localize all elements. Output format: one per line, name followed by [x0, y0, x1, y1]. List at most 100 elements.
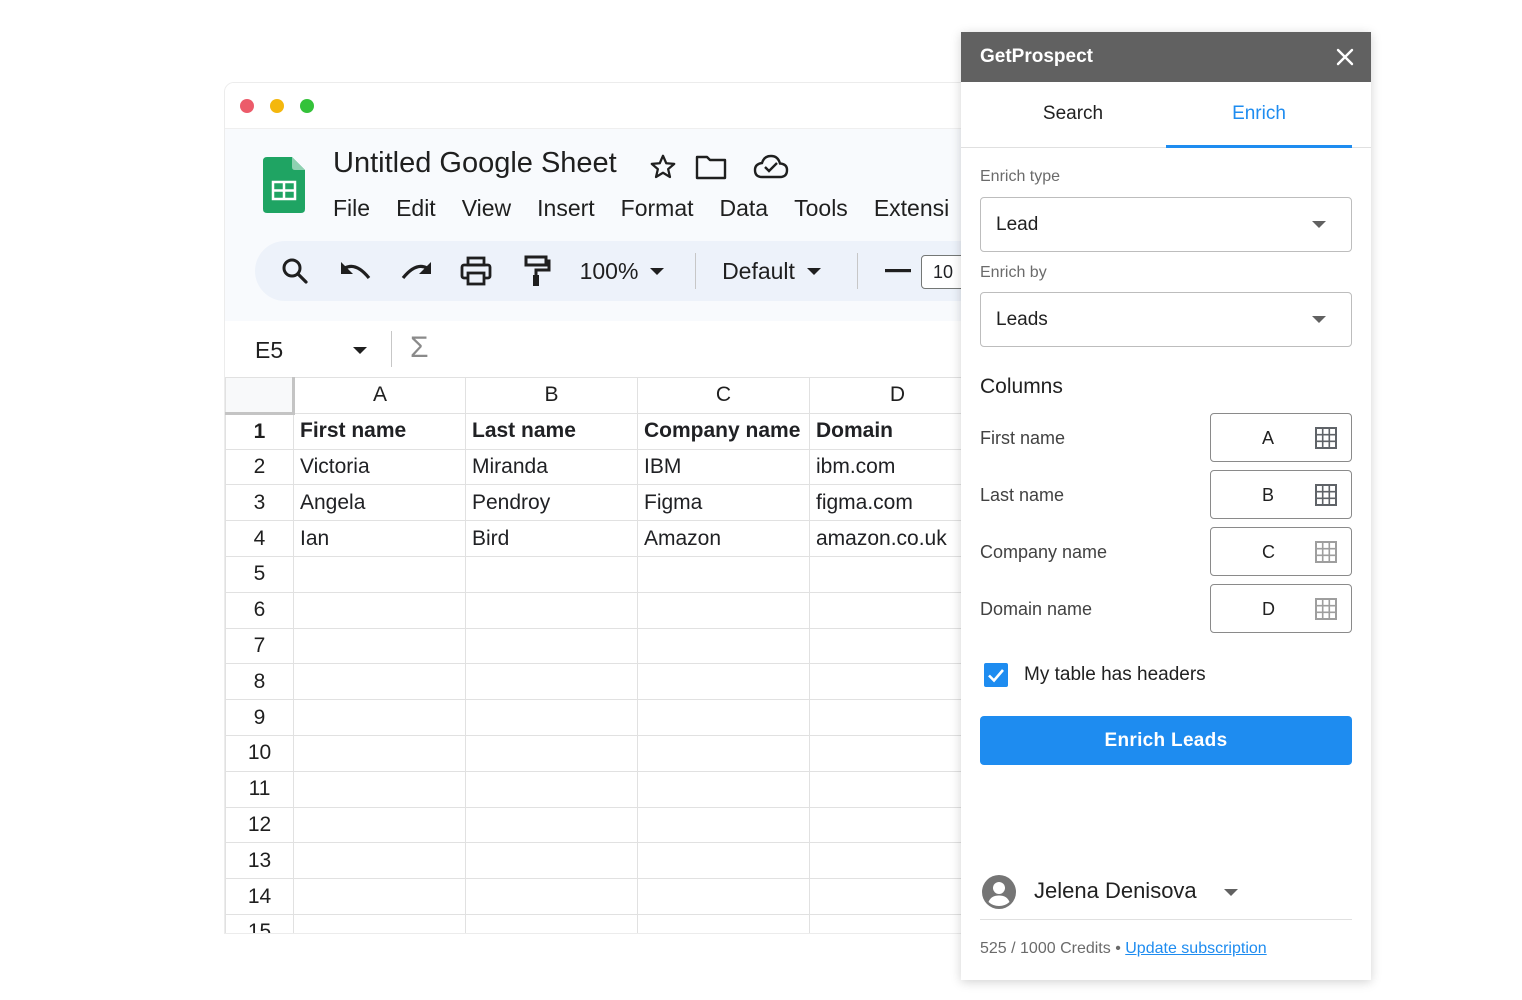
grid-cell[interactable]: Figma [637, 484, 810, 522]
grid-cell[interactable] [809, 734, 983, 772]
grid-cell[interactable] [293, 734, 466, 772]
grid-cell[interactable] [465, 627, 638, 665]
column-picker-last-name[interactable]: B [1210, 470, 1352, 519]
grid-select-icon[interactable] [1315, 427, 1337, 449]
grid-cell[interactable] [637, 878, 810, 915]
row-header[interactable]: 11 [225, 770, 294, 808]
column-header-c[interactable]: C [637, 377, 810, 414]
row-header[interactable]: 13 [225, 842, 294, 880]
paint-format-icon[interactable] [517, 241, 557, 301]
grid-cell[interactable] [809, 842, 983, 880]
cloud-saved-icon[interactable] [741, 149, 801, 185]
grid-cell[interactable]: Ian [293, 520, 466, 557]
grid-cell[interactable]: Angela [293, 484, 466, 522]
column-picker-domain-name[interactable]: D [1210, 584, 1352, 633]
undo-icon[interactable] [335, 241, 377, 301]
grid-cell[interactable]: First name [293, 412, 466, 450]
row-header[interactable]: 5 [225, 555, 294, 593]
grid-cell[interactable] [465, 770, 638, 808]
menu-data[interactable]: Data [720, 195, 769, 222]
avatar-icon[interactable] [982, 875, 1016, 909]
decrease-font-size-icon[interactable] [883, 241, 913, 301]
grid-cell[interactable] [293, 770, 466, 808]
grid-cell[interactable]: Bird [465, 520, 638, 557]
column-picker-first-name[interactable]: A [1210, 413, 1352, 462]
grid-cell[interactable] [293, 842, 466, 880]
grid-cell[interactable] [465, 878, 638, 915]
column-header-d[interactable]: D [809, 377, 983, 414]
row-header[interactable]: 6 [225, 591, 294, 629]
grid-cell[interactable] [637, 913, 810, 933]
grid-cell[interactable]: amazon.co.uk [809, 520, 983, 557]
functions-sigma-icon[interactable]: Σ [410, 331, 429, 365]
grid-cell[interactable]: Last name [465, 412, 638, 450]
close-window-button[interactable] [240, 99, 254, 113]
column-header-b[interactable]: B [465, 377, 638, 414]
grid-cell[interactable]: Domain [809, 412, 983, 450]
row-header[interactable]: 12 [225, 806, 294, 844]
grid-cell[interactable] [465, 699, 638, 736]
row-header[interactable]: 7 [225, 627, 294, 665]
zoom-select[interactable]: 100% [577, 241, 667, 301]
grid-cell[interactable] [293, 699, 466, 736]
font-select[interactable]: Default [719, 241, 824, 301]
grid-select-icon[interactable] [1315, 598, 1337, 620]
grid-cell[interactable] [465, 663, 638, 701]
sheets-logo-icon[interactable] [263, 157, 305, 213]
column-header-a[interactable]: A [293, 377, 466, 414]
grid-cell[interactable] [637, 842, 810, 880]
grid-cell[interactable] [809, 913, 983, 933]
enrich-type-select[interactable]: Lead [980, 197, 1352, 252]
user-name[interactable]: Jelena Denisova [1034, 878, 1197, 904]
grid-cell[interactable] [293, 806, 466, 844]
grid-cell[interactable] [293, 878, 466, 915]
grid-cell[interactable] [637, 734, 810, 772]
enrich-by-select[interactable]: Leads [980, 292, 1352, 347]
menu-view[interactable]: View [462, 195, 511, 222]
grid-cell[interactable] [809, 806, 983, 844]
row-header[interactable]: 3 [225, 484, 294, 522]
chevron-down-icon[interactable] [1224, 889, 1238, 896]
grid-cell[interactable] [637, 591, 810, 629]
grid-select-icon[interactable] [1315, 484, 1337, 506]
row-header[interactable]: 1 [225, 412, 294, 450]
tab-search[interactable]: Search [980, 82, 1166, 148]
grid-cell[interactable] [809, 770, 983, 808]
tab-enrich[interactable]: Enrich [1166, 82, 1352, 148]
grid-cell[interactable] [293, 913, 466, 933]
row-header[interactable]: 9 [225, 699, 294, 736]
grid-cell[interactable]: Miranda [465, 448, 638, 486]
grid-select-icon[interactable] [1315, 541, 1337, 563]
grid-cell[interactable] [809, 591, 983, 629]
row-header[interactable]: 4 [225, 520, 294, 557]
grid-cell[interactable]: Pendroy [465, 484, 638, 522]
grid-cell[interactable]: Amazon [637, 520, 810, 557]
grid-cell[interactable] [465, 842, 638, 880]
menu-file[interactable]: File [333, 195, 370, 222]
grid-cell[interactable] [465, 591, 638, 629]
menu-edit[interactable]: Edit [396, 195, 436, 222]
headers-checkbox[interactable] [984, 663, 1008, 687]
headers-checkbox-label[interactable]: My table has headers [1024, 664, 1206, 686]
grid-cell[interactable]: figma.com [809, 484, 983, 522]
row-header[interactable]: 8 [225, 663, 294, 701]
grid-cell[interactable] [293, 591, 466, 629]
name-box[interactable]: E5 [255, 337, 283, 364]
grid-cell[interactable] [293, 555, 466, 593]
grid-cell[interactable] [293, 663, 466, 701]
grid-cell[interactable]: Company name [637, 412, 810, 450]
grid-cell[interactable] [637, 699, 810, 736]
row-header[interactable]: 14 [225, 878, 294, 915]
update-subscription-link[interactable]: Update subscription [1125, 940, 1266, 957]
grid-cell[interactable] [637, 806, 810, 844]
menu-tools[interactable]: Tools [794, 195, 848, 222]
grid-cell[interactable] [465, 555, 638, 593]
menu-extensions[interactable]: Extensi [874, 195, 949, 222]
grid-cell[interactable] [637, 770, 810, 808]
menu-format[interactable]: Format [621, 195, 694, 222]
grid-cell[interactable]: Victoria [293, 448, 466, 486]
grid-cell[interactable]: ibm.com [809, 448, 983, 486]
grid-cell[interactable] [637, 663, 810, 701]
maximize-window-button[interactable] [300, 99, 314, 113]
row-header[interactable]: 15 [225, 913, 294, 933]
